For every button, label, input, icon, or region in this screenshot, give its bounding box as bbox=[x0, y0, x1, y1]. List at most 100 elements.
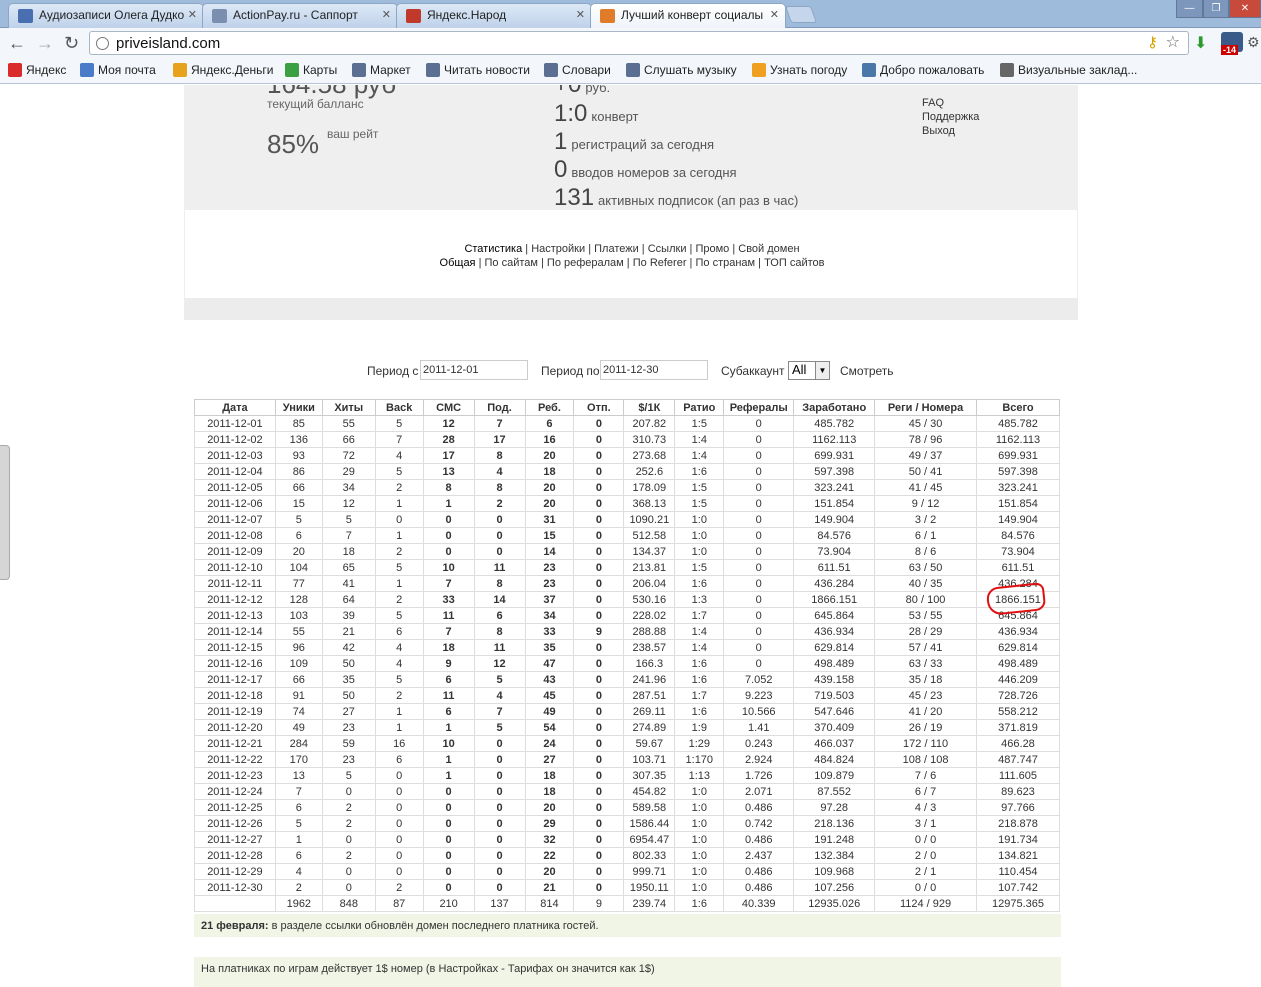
table-cell: 23 bbox=[321, 751, 376, 768]
tab-close-icon[interactable]: ✕ bbox=[188, 8, 197, 21]
table-cell: 29 bbox=[524, 815, 575, 832]
support-link[interactable]: Поддержка bbox=[922, 111, 979, 123]
address-bar[interactable]: priveisland.com ⚷ ☆ bbox=[89, 31, 1189, 55]
subnav-by-countries[interactable]: По странам bbox=[695, 257, 755, 269]
col-hits[interactable]: Хиты bbox=[321, 399, 376, 416]
table-cell: 89.623 bbox=[975, 783, 1061, 800]
forward-arrow-icon[interactable]: → bbox=[36, 33, 54, 54]
book-icon bbox=[544, 63, 558, 77]
table-cell: 0 bbox=[422, 863, 475, 880]
view-button[interactable]: Смотреть bbox=[840, 364, 894, 378]
tab-close-icon[interactable]: ✕ bbox=[576, 8, 585, 21]
bookmark-money[interactable]: Яндекс.Деньги bbox=[173, 63, 273, 77]
table-cell: 2011-12-29 bbox=[194, 863, 276, 880]
bookmark-welcome[interactable]: Добро пожаловать bbox=[862, 63, 984, 77]
table-cell: 0 bbox=[374, 831, 424, 848]
col-sms[interactable]: СМС bbox=[422, 399, 475, 416]
subnav-by-referrals[interactable]: По рефералам bbox=[547, 257, 624, 269]
col-total[interactable]: Всего bbox=[975, 399, 1061, 416]
col-referrals[interactable]: Рефералы bbox=[723, 399, 795, 416]
subaccount-select[interactable]: All ▼ bbox=[788, 361, 830, 380]
star-icon[interactable]: ☆ bbox=[1166, 32, 1180, 52]
browser-tab[interactable]: ActionPay.ru - Саппорт ✕ bbox=[202, 3, 398, 28]
narod-favicon-icon bbox=[406, 9, 421, 23]
bookmark-mail[interactable]: Моя почта bbox=[80, 63, 156, 77]
minimize-button[interactable]: — bbox=[1176, 0, 1203, 18]
table-cell: 0 bbox=[374, 815, 424, 832]
table-cell: 21 bbox=[524, 879, 575, 896]
nav-payments[interactable]: Платежи bbox=[594, 243, 639, 255]
col-date[interactable]: Дата bbox=[194, 399, 276, 416]
col-uniques[interactable]: Уники bbox=[274, 399, 323, 416]
col-back[interactable]: Back bbox=[374, 399, 424, 416]
faq-link[interactable]: FAQ bbox=[922, 97, 944, 109]
bookmark-yandex[interactable]: Яндекс bbox=[8, 63, 66, 77]
bookmark-music[interactable]: Слушать музыку bbox=[626, 63, 737, 77]
bookmark-dictionaries[interactable]: Словари bbox=[544, 63, 611, 77]
browser-tab[interactable]: Яндекс.Народ ✕ bbox=[396, 3, 592, 28]
download-arrow-icon[interactable]: ⬇ bbox=[1194, 33, 1207, 53]
browser-tab-active[interactable]: Лучший конверт социалы ✕ bbox=[590, 3, 786, 29]
nav-promo[interactable]: Промо bbox=[695, 243, 729, 255]
tab-close-icon[interactable]: ✕ bbox=[382, 8, 391, 21]
bookmark-maps[interactable]: Карты bbox=[285, 63, 337, 77]
col-ratio[interactable]: Ратио bbox=[674, 399, 725, 416]
col-subscriptions[interactable]: Под. bbox=[473, 399, 526, 416]
table-cell: 15 bbox=[274, 495, 323, 512]
col-unsubs[interactable]: Отп. bbox=[573, 399, 625, 416]
bookmark-news[interactable]: Читать новости bbox=[426, 63, 530, 77]
col-earned[interactable]: Заработано bbox=[793, 399, 876, 416]
table-cell: 446.209 bbox=[975, 671, 1061, 688]
subnav-general[interactable]: Общая bbox=[440, 257, 476, 269]
table-cell: 699.931 bbox=[975, 447, 1061, 464]
back-arrow-icon[interactable]: ← bbox=[8, 33, 26, 54]
table-cell: 999.71 bbox=[623, 863, 676, 880]
tab-close-icon[interactable]: ✕ bbox=[770, 8, 779, 21]
new-tab-button[interactable] bbox=[784, 6, 818, 23]
close-window-button[interactable]: ✕ bbox=[1229, 0, 1261, 18]
table-cell: 41 / 20 bbox=[874, 703, 977, 720]
table-cell: 93 bbox=[274, 447, 323, 464]
cart-icon bbox=[352, 63, 366, 77]
bookmark-visual[interactable]: Визуальные заклад... bbox=[1000, 63, 1137, 77]
period-from-input[interactable] bbox=[420, 360, 528, 380]
bookmark-label: Моя почта bbox=[98, 63, 156, 77]
col-regs-numbers[interactable]: Реги / Номера bbox=[874, 399, 977, 416]
bookmark-weather[interactable]: Узнать погоду bbox=[752, 63, 847, 77]
globe-icon bbox=[96, 37, 109, 50]
table-cell: 7 bbox=[274, 783, 323, 800]
stat-subscriptions: 131 активных подписок (ап раз в час) bbox=[554, 184, 798, 212]
table-cell: 5 bbox=[274, 511, 323, 528]
col-rebills[interactable]: Реб. bbox=[524, 399, 575, 416]
browser-tab[interactable]: Аудиозаписи Олега Дудко ✕ bbox=[8, 3, 204, 28]
period-to-input[interactable] bbox=[600, 360, 708, 380]
table-cell: 10.566 bbox=[723, 703, 795, 720]
subnav-by-referer[interactable]: По Referer bbox=[633, 257, 687, 269]
table-row: 2011-12-01 85 55 5 12 7 6 0 207.82 1:5 0 485.782 45 … bbox=[194, 415, 1061, 432]
nav-settings[interactable]: Настройки bbox=[531, 243, 585, 255]
reload-icon[interactable]: ↻ bbox=[64, 33, 79, 54]
nav-own-domain[interactable]: Свой домен bbox=[738, 243, 799, 255]
wrench-icon[interactable]: ⚙ bbox=[1247, 34, 1260, 51]
bookmark-market[interactable]: Маркет bbox=[352, 63, 411, 77]
table-cell: 6 bbox=[524, 415, 575, 432]
side-panel-handle[interactable] bbox=[0, 445, 10, 580]
total-cell: 848 bbox=[321, 895, 376, 912]
table-cell: 41 / 45 bbox=[874, 479, 977, 496]
subnav-by-sites[interactable]: По сайтам bbox=[485, 257, 538, 269]
table-cell: 1:9 bbox=[674, 719, 725, 736]
nav-statistics[interactable]: Статистика bbox=[464, 243, 522, 255]
table-cell: 0 bbox=[422, 879, 475, 896]
table-cell: 7 bbox=[473, 415, 526, 432]
logout-link[interactable]: Выход bbox=[922, 125, 955, 137]
maximize-button[interactable]: ❐ bbox=[1203, 0, 1229, 18]
table-cell: 151.854 bbox=[793, 495, 876, 512]
nav-links[interactable]: Ссылки bbox=[648, 243, 687, 255]
table-cell: 10 bbox=[422, 735, 475, 752]
stat-number: 131 bbox=[554, 184, 595, 211]
col-per-1k[interactable]: $/1К bbox=[623, 399, 676, 416]
key-icon[interactable]: ⚷ bbox=[1147, 33, 1158, 51]
stat-label: активных подписок (ап раз в час) bbox=[598, 193, 799, 208]
subnav-top-sites[interactable]: ТОП сайтов bbox=[764, 257, 824, 269]
chevron-down-icon[interactable]: ▼ bbox=[815, 362, 829, 379]
